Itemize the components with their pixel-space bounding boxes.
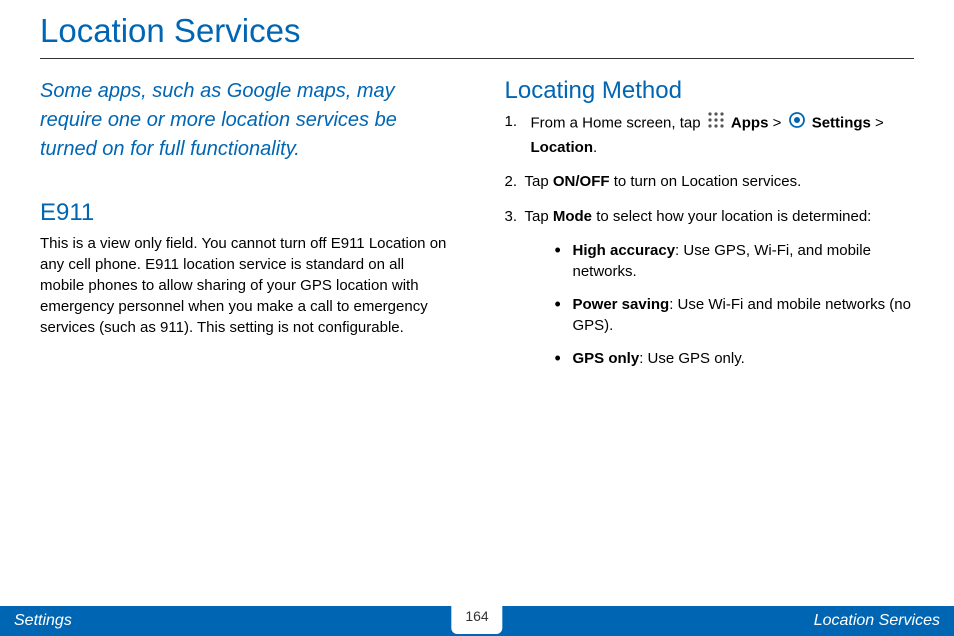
bullet-2-label: Power saving bbox=[573, 296, 670, 313]
step-number: 3. bbox=[505, 206, 525, 229]
locating-heading: Locating Method bbox=[505, 77, 915, 105]
footer-page-number: 164 bbox=[451, 604, 502, 634]
step-3-suffix: to select how your location is determine… bbox=[592, 208, 871, 225]
left-column: Some apps, such as Google maps, may requ… bbox=[40, 77, 450, 381]
step-2-prefix: Tap bbox=[525, 173, 553, 190]
step-1-prefix: From a Home screen, tap bbox=[531, 115, 705, 132]
settings-label: Settings bbox=[812, 115, 871, 132]
apps-label: Apps bbox=[731, 115, 769, 132]
step-3: 3. Tap Mode to select how your location … bbox=[505, 206, 915, 229]
step-1-period: . bbox=[593, 139, 597, 156]
bullet-1-label: High accuracy bbox=[573, 242, 676, 259]
footer-right: Location Services bbox=[814, 612, 940, 630]
page-footer: Settings 164 Location Services bbox=[0, 606, 954, 636]
onoff-label: ON/OFF bbox=[553, 173, 610, 190]
title-rule bbox=[40, 58, 914, 59]
step-3-body: Tap Mode to select how your location is … bbox=[525, 206, 915, 229]
bullet-3-label: GPS only bbox=[573, 350, 640, 367]
settings-icon bbox=[788, 111, 806, 137]
step-1: 1. From a Home screen, tap Apps > bbox=[505, 111, 915, 159]
right-column: Locating Method 1. From a Home screen, t… bbox=[505, 77, 915, 381]
step-1-gt1: > bbox=[773, 115, 786, 132]
bullet-gps-only: GPS only: Use GPS only. bbox=[555, 348, 915, 369]
mode-label: Mode bbox=[553, 208, 592, 225]
step-number: 2. bbox=[505, 171, 525, 194]
e911-body: This is a view only field. You cannot tu… bbox=[40, 233, 450, 338]
step-1-gt2: > bbox=[875, 115, 884, 132]
page-title: Location Services bbox=[0, 0, 954, 58]
step-1-body: From a Home screen, tap Apps > bbox=[525, 111, 915, 159]
bullet-3-text: : Use GPS only. bbox=[639, 350, 745, 367]
mode-bullets: High accuracy: Use GPS, Wi-Fi, and mobil… bbox=[505, 240, 915, 369]
intro-paragraph: Some apps, such as Google maps, may requ… bbox=[40, 77, 450, 164]
footer-left: Settings bbox=[14, 612, 72, 630]
e911-heading: E911 bbox=[40, 199, 450, 227]
step-3-prefix: Tap bbox=[525, 208, 553, 225]
step-2-body: Tap ON/OFF to turn on Location services. bbox=[525, 171, 915, 194]
step-2: 2. Tap ON/OFF to turn on Location servic… bbox=[505, 171, 915, 194]
step-2-suffix: to turn on Location services. bbox=[610, 173, 802, 190]
content-area: Some apps, such as Google maps, may requ… bbox=[0, 77, 954, 381]
step-number: 1. bbox=[505, 111, 525, 159]
bullet-high-accuracy: High accuracy: Use GPS, Wi-Fi, and mobil… bbox=[555, 240, 915, 282]
apps-icon bbox=[707, 111, 725, 137]
bullet-power-saving: Power saving: Use Wi-Fi and mobile netwo… bbox=[555, 294, 915, 336]
location-label: Location bbox=[531, 139, 594, 156]
